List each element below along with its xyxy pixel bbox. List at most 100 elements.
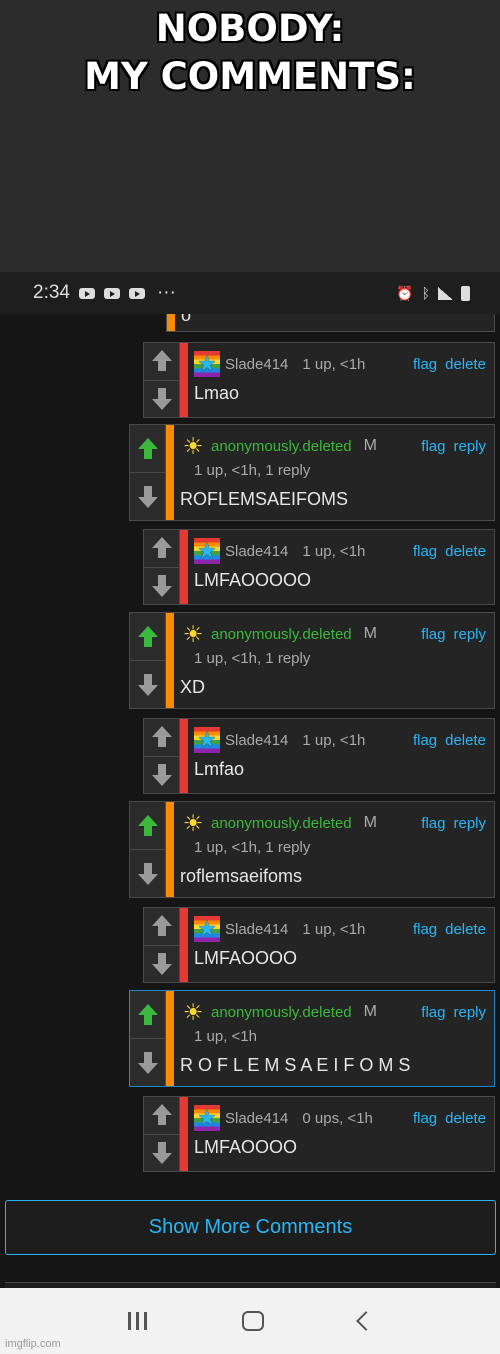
delete-link[interactable]: delete bbox=[445, 921, 486, 938]
username-link[interactable]: Slade414 bbox=[225, 1110, 288, 1127]
comment-meta: 1 up, <1h, 1 reply bbox=[194, 839, 311, 856]
vote-controls bbox=[144, 719, 180, 793]
flag-link[interactable]: flag bbox=[421, 815, 445, 832]
flag-link[interactable]: flag bbox=[413, 543, 437, 560]
rainbow-star-icon[interactable]: ★ bbox=[194, 1105, 220, 1131]
delete-link[interactable]: delete bbox=[445, 543, 486, 560]
arrow-down-icon bbox=[137, 485, 158, 508]
downvote-button[interactable] bbox=[130, 473, 166, 520]
upvote-button[interactable] bbox=[130, 991, 166, 1039]
show-more-comments-button[interactable]: Show More Comments bbox=[5, 1200, 496, 1255]
username-link[interactable]: Slade414 bbox=[225, 921, 288, 938]
downvote-button[interactable] bbox=[144, 945, 180, 982]
meme-line-1: NOBODY: bbox=[155, 7, 345, 50]
home-icon[interactable] bbox=[241, 1311, 264, 1331]
comment-text: LMFAOOOOO bbox=[194, 570, 312, 590]
alarm-icon: ⏰ bbox=[396, 284, 414, 301]
username-link[interactable]: anonymously.deleted bbox=[211, 815, 352, 832]
upvote-button[interactable] bbox=[144, 719, 180, 757]
comment-card: ★ Slade414 1 up, <1h flag delete LMFAOOOO bbox=[143, 907, 495, 983]
username-link[interactable]: anonymously.deleted bbox=[211, 438, 352, 455]
username-link[interactable]: anonymously.deleted bbox=[211, 1004, 352, 1021]
sun-icon[interactable]: ☀ bbox=[180, 433, 206, 459]
username-link[interactable]: Slade414 bbox=[225, 543, 288, 560]
upvote-button[interactable] bbox=[130, 425, 166, 473]
flag-link[interactable]: flag bbox=[421, 1004, 445, 1021]
arrow-up-icon bbox=[137, 1003, 158, 1026]
comment-text: Lmao bbox=[194, 383, 240, 403]
upvote-button[interactable] bbox=[144, 1097, 180, 1135]
downvote-button[interactable] bbox=[130, 661, 166, 708]
vote-controls bbox=[144, 343, 180, 417]
downvote-button[interactable] bbox=[130, 1039, 166, 1086]
comment-depth-bar bbox=[180, 530, 188, 604]
gender-badge: M bbox=[363, 1003, 377, 1020]
flag-link[interactable]: flag bbox=[421, 626, 445, 643]
reply-link[interactable]: reply bbox=[453, 815, 486, 832]
arrow-up-icon bbox=[137, 814, 158, 837]
username-link[interactable]: Slade414 bbox=[225, 356, 288, 373]
reply-link[interactable]: reply bbox=[453, 1004, 486, 1021]
comment-header: ★ Slade414 1 up, <1h flag delete bbox=[194, 727, 486, 753]
back-icon[interactable] bbox=[355, 1311, 376, 1331]
downvote-button[interactable] bbox=[130, 850, 166, 897]
sun-icon[interactable]: ☀ bbox=[180, 621, 206, 647]
battery-icon bbox=[461, 285, 470, 301]
rainbow-star-icon[interactable]: ★ bbox=[194, 538, 220, 564]
clock: 2:34 bbox=[33, 282, 70, 303]
flag-link[interactable]: flag bbox=[413, 356, 437, 373]
comment-thread: o ★ Slade414 1 up, <1h flag delete Lmao ☀ anony… bbox=[0, 314, 500, 1204]
vote-controls bbox=[130, 425, 166, 520]
reply-link[interactable]: reply bbox=[453, 626, 486, 643]
signal-icon bbox=[438, 286, 453, 300]
comment-depth-bar bbox=[180, 343, 188, 417]
upvote-button[interactable] bbox=[130, 613, 166, 661]
comment-text: o bbox=[181, 314, 192, 325]
comment-depth-bar bbox=[166, 991, 174, 1086]
comment-meta: 1 up, <1h bbox=[302, 920, 366, 938]
flag-link[interactable]: flag bbox=[421, 438, 445, 455]
comment-meta: 1 up, <1h bbox=[302, 355, 366, 373]
comment-depth-bar bbox=[180, 908, 188, 982]
gender-badge: M bbox=[363, 437, 377, 454]
upvote-button[interactable] bbox=[144, 343, 180, 381]
flag-link[interactable]: flag bbox=[413, 921, 437, 938]
arrow-down-icon bbox=[151, 1141, 172, 1164]
comment-header: ★ Slade414 0 ups, <1h flag delete bbox=[194, 1105, 486, 1131]
recent-apps-icon[interactable] bbox=[127, 1312, 147, 1330]
meme-caption-area: NOBODY: MY COMMENTS: bbox=[0, 0, 500, 272]
delete-link[interactable]: delete bbox=[445, 1110, 486, 1127]
comment-card: ★ Slade414 0 ups, <1h flag delete LMFAOOOO bbox=[143, 1096, 495, 1172]
rainbow-star-icon[interactable]: ★ bbox=[194, 916, 220, 942]
youtube-icon bbox=[78, 287, 95, 299]
upvote-button[interactable] bbox=[144, 530, 180, 568]
arrow-up-icon bbox=[151, 350, 172, 372]
arrow-up-icon bbox=[151, 1104, 172, 1126]
comment-card: ☀ anonymously.deleted Mflag reply 1 up, <1h,… bbox=[129, 424, 495, 521]
comment-header: ★ Slade414 1 up, <1h flag delete bbox=[194, 538, 486, 564]
downvote-button[interactable] bbox=[144, 567, 180, 604]
arrow-down-icon bbox=[151, 574, 172, 597]
comment-meta: 1 up, <1h, 1 reply bbox=[194, 650, 311, 667]
comment-text: XD bbox=[180, 677, 206, 697]
delete-link[interactable]: delete bbox=[445, 732, 486, 749]
downvote-button[interactable] bbox=[144, 1134, 180, 1171]
username-link[interactable]: anonymously.deleted bbox=[211, 626, 352, 643]
upvote-button[interactable] bbox=[130, 802, 166, 850]
flag-link[interactable]: flag bbox=[413, 732, 437, 749]
comment-text: roflemsaeifoms bbox=[180, 866, 303, 886]
arrow-down-icon bbox=[137, 1051, 158, 1074]
username-link[interactable]: Slade414 bbox=[225, 732, 288, 749]
upvote-button[interactable] bbox=[144, 908, 180, 946]
sun-icon[interactable]: ☀ bbox=[180, 999, 206, 1025]
comment-header: ☀ anonymously.deleted Mflag reply bbox=[180, 433, 486, 459]
rainbow-star-icon[interactable]: ★ bbox=[194, 727, 220, 753]
rainbow-star-icon[interactable]: ★ bbox=[194, 351, 220, 377]
sun-icon[interactable]: ☀ bbox=[180, 810, 206, 836]
downvote-button[interactable] bbox=[144, 380, 180, 417]
comment-card: ★ Slade414 1 up, <1h flag delete LMFAOOOOO bbox=[143, 529, 495, 605]
reply-link[interactable]: reply bbox=[453, 438, 486, 455]
downvote-button[interactable] bbox=[144, 756, 180, 793]
flag-link[interactable]: flag bbox=[413, 1110, 437, 1127]
delete-link[interactable]: delete bbox=[445, 356, 486, 373]
